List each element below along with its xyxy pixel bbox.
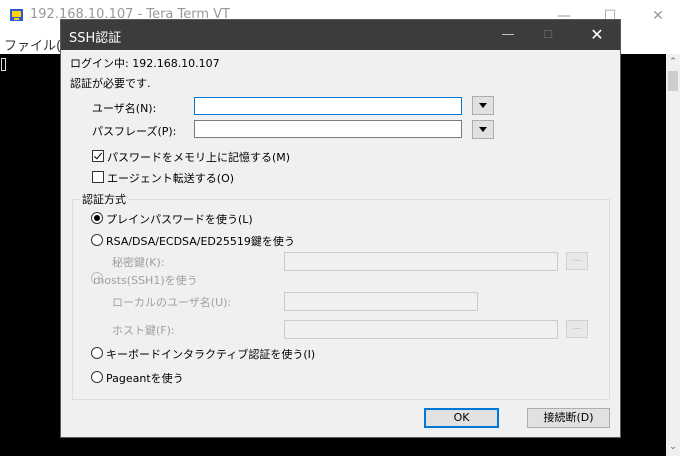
local-username-input [284, 292, 478, 311]
host-key-input [284, 320, 558, 339]
rhosts-label: rhosts(SSH1)を使う [93, 274, 198, 287]
login-status: ログイン中: 192.168.10.107 [70, 57, 220, 70]
disconnect-button[interactable]: 接続断(D) [527, 408, 610, 428]
username-dropdown-icon[interactable] [472, 96, 494, 115]
username-input[interactable] [194, 97, 462, 115]
local-username-label: ローカルのユーザ名(U): [112, 296, 232, 309]
remember-password-checkbox[interactable] [92, 150, 104, 162]
private-key-label: 秘密鍵(K): [112, 256, 165, 269]
ok-button[interactable]: OK [424, 408, 499, 428]
radio-rsa-key[interactable] [91, 234, 103, 246]
radio-pageant[interactable] [91, 371, 103, 383]
tera-term-icon [10, 9, 23, 21]
dialog-titlebar[interactable]: SSH認証 — ☐ ✕ [61, 20, 620, 50]
close-icon[interactable]: ✕ [638, 4, 678, 28]
passphrase-label: パスフレーズ(P): [92, 125, 177, 138]
dialog-title: SSH認証 [69, 31, 122, 46]
menu-file[interactable]: ファイル(F [4, 35, 69, 54]
private-key-input [284, 252, 558, 271]
remember-password-label[interactable]: パスワードをメモリ上に記憶する(M) [107, 149, 290, 165]
dialog-maximize-icon: ☐ [543, 28, 553, 41]
ssh-auth-dialog: SSH認証 — ☐ ✕ ログイン中: 192.168.10.107 認証が必要で… [60, 19, 621, 438]
radio-plain-password[interactable] [91, 212, 103, 224]
radio-keyboard-interactive[interactable] [91, 347, 103, 359]
plain-password-label[interactable]: プレインパスワードを使う(L) [106, 211, 253, 227]
keyboard-interactive-label[interactable]: キーボードインタラクティブ認証を使う(I) [106, 346, 315, 362]
auth-method-group-label: 認証方式 [80, 191, 128, 207]
username-label: ユーザ名(N): [92, 102, 157, 115]
host-key-browse-button: ... [566, 320, 588, 338]
terminal-scrollbar[interactable]: ⌃ ⌄ [666, 54, 680, 456]
agent-forward-label[interactable]: エージェント転送する(O) [107, 170, 234, 186]
terminal-cursor [1, 58, 6, 71]
agent-forward-checkbox[interactable] [92, 171, 104, 183]
auth-required-text: 認証が必要です. [70, 77, 151, 90]
passphrase-dropdown-icon[interactable] [472, 120, 494, 139]
passphrase-input[interactable] [194, 120, 462, 138]
dialog-minimize-icon: — [501, 27, 515, 42]
rsa-key-label[interactable]: RSA/DSA/ECDSA/ED25519鍵を使う [106, 233, 295, 249]
scroll-thumb[interactable] [668, 71, 678, 91]
scroll-up-icon[interactable]: ⌃ [666, 54, 680, 71]
dialog-close-icon[interactable]: ✕ [577, 20, 617, 50]
host-key-label: ホスト鍵(F): [112, 324, 175, 337]
scroll-down-icon[interactable]: ⌄ [666, 439, 680, 456]
private-key-browse-button: ... [566, 252, 588, 270]
pageant-label[interactable]: Pageantを使う [106, 370, 184, 386]
